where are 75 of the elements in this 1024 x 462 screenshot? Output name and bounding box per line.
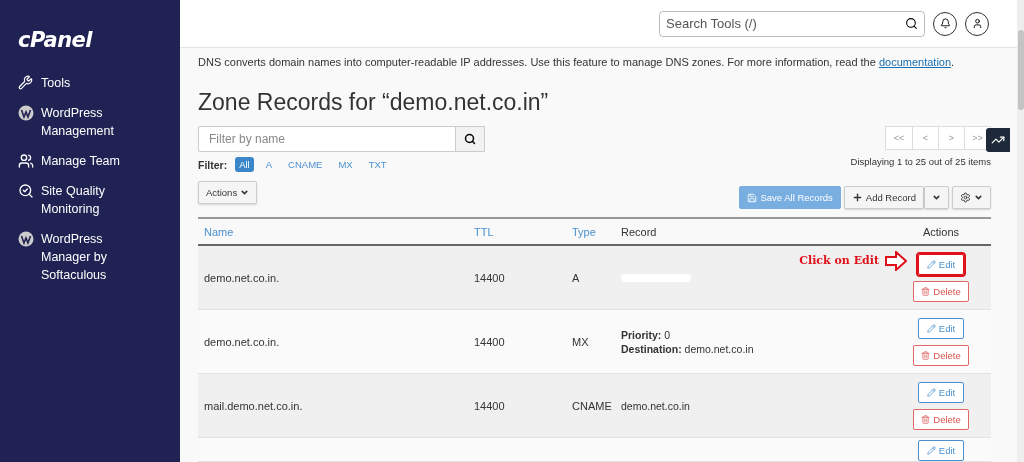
pencil-icon xyxy=(926,259,936,269)
filter-label: Filter: xyxy=(198,158,228,171)
intro-text: DNS converts domain names into computer-readable IP addresses. Use this feature to manage DNS zones. For more information, read the documentation. xyxy=(198,55,956,69)
search-icon xyxy=(464,133,476,145)
filter-option[interactable]: MX xyxy=(334,157,357,172)
filter-option[interactable]: All xyxy=(235,157,254,172)
column-header: Record xyxy=(621,225,658,238)
user-icon xyxy=(971,18,983,29)
team-icon xyxy=(18,153,34,169)
delete-button[interactable]: Delete xyxy=(913,408,969,430)
dropdown-button[interactable] xyxy=(924,186,949,209)
ttl-cell-text: 14400 xyxy=(474,335,506,348)
search-field[interactable]: Search Tools (/) xyxy=(659,10,925,37)
record-text: Priority: 0 xyxy=(621,327,672,342)
plus-icon xyxy=(851,192,863,203)
pencil-icon xyxy=(926,323,936,333)
page-title: Zone Records for “demo.net.co.in” xyxy=(198,89,550,116)
type-cell-text: CNAME xyxy=(572,399,613,412)
column-header[interactable]: Type xyxy=(572,225,621,238)
column-header: Actions xyxy=(921,225,961,238)
arrow-icon xyxy=(885,250,907,271)
column-header[interactable]: TTL xyxy=(474,225,572,238)
edit-button[interactable]: Edit xyxy=(917,440,965,461)
name-cell-text: demo.net.co.in. xyxy=(204,271,281,284)
name-cell-text: demo.net.co.in. xyxy=(204,335,281,348)
annotation-text: Click on Edit xyxy=(799,254,879,267)
gear-icon xyxy=(960,192,971,203)
settings-button[interactable] xyxy=(952,186,991,209)
column-header[interactable]: Name xyxy=(204,225,474,238)
sidebar-item[interactable]: WordPress Manager by Softaculous xyxy=(18,230,180,284)
scrollbar[interactable] xyxy=(1017,0,1024,462)
notifications-button[interactable] xyxy=(933,11,957,36)
add-record-button[interactable]: Add Record xyxy=(843,186,924,209)
wordpress-logo-icon xyxy=(18,105,34,121)
caret-icon xyxy=(974,193,983,202)
caret-icon xyxy=(240,188,250,197)
actions-button[interactable]: Actions xyxy=(198,181,258,204)
ttl-cell-text: 14400 xyxy=(474,271,506,284)
sidebar-item[interactable]: Site Quality Monitoring xyxy=(18,182,180,218)
pagination-summary: Displaying 1 to 25 out of 25 items xyxy=(850,156,991,167)
bell-icon xyxy=(939,18,951,29)
wordpress-logo-icon xyxy=(18,231,34,247)
cpanel-logo[interactable]: cPanel xyxy=(18,28,180,52)
sidebar-item[interactable]: WordPress Management xyxy=(18,104,180,140)
filter-option[interactable]: TXT xyxy=(364,157,391,172)
filter-option[interactable]: CNAME xyxy=(284,157,327,172)
trash-icon xyxy=(921,350,931,360)
tools-icon xyxy=(18,75,33,90)
trash-icon xyxy=(921,414,931,424)
save-icon xyxy=(747,192,758,203)
edit-button[interactable]: Edit xyxy=(917,253,965,275)
sidebar-item[interactable]: Manage Team xyxy=(18,152,180,170)
user-button[interactable] xyxy=(965,11,989,36)
sidebar-item[interactable]: Tools xyxy=(18,74,180,92)
filter-option[interactable]: A xyxy=(261,157,277,172)
record-text: demo.net.co.in xyxy=(621,398,691,413)
name-cell-text: mail.demo.net.co.in. xyxy=(204,399,304,412)
type-cell-text: MX xyxy=(572,335,590,348)
magnifier-check-icon xyxy=(18,183,34,199)
edit-button[interactable]: Edit xyxy=(917,317,965,339)
search-button[interactable] xyxy=(455,126,485,152)
chart-button[interactable] xyxy=(986,128,1010,152)
filter-field[interactable]: Filter by name xyxy=(198,126,455,152)
record-text: Destination: demo.net.co.in xyxy=(621,341,755,356)
edit-button[interactable]: Edit xyxy=(917,381,965,403)
trash-icon xyxy=(921,286,931,296)
ttl-cell-text: 14400 xyxy=(474,399,506,412)
save-all-records-button[interactable]: Save All Records xyxy=(739,186,841,209)
caret-icon xyxy=(932,193,941,202)
pencil-icon xyxy=(926,446,936,455)
delete-button[interactable]: Delete xyxy=(913,344,969,366)
pencil-icon xyxy=(926,387,936,397)
delete-button[interactable]: Delete xyxy=(913,280,969,302)
search-icon xyxy=(905,16,918,30)
type-cell-text: A xyxy=(572,271,581,284)
